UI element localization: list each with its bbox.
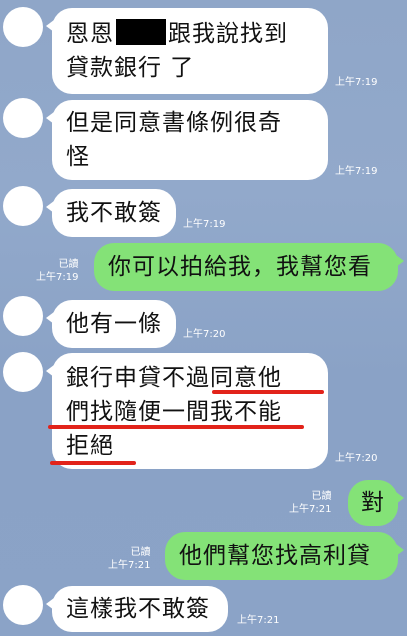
message-read-time: 已讀 上午7:21 (289, 490, 331, 516)
message-time: 上午7:19 (183, 219, 226, 230)
message-bubble[interactable]: 銀行申貸不過同意他 們找隨便一間我不能 拒絕 (46, 353, 328, 469)
message-line: 們找隨便一間我不能 (66, 399, 282, 425)
message-time: 上午7:20 (335, 453, 378, 464)
message-time: 上午7:19 (335, 166, 378, 177)
avatar[interactable] (3, 98, 43, 138)
highlight-underline (212, 390, 324, 394)
message-time: 上午7:19 (36, 272, 79, 283)
message-bubble[interactable]: 我不敢簽 (46, 189, 176, 237)
message-bubble[interactable]: 他有一條 (46, 300, 176, 348)
message-bubble[interactable]: 這樣我不敢簽 (46, 586, 228, 632)
message-bubble[interactable]: 他們幫您找高利貸 (165, 532, 404, 580)
message-bubble[interactable]: 你可以拍給我，我幫您看 (94, 243, 404, 291)
avatar[interactable] (3, 7, 43, 47)
message-bubble[interactable]: 對 (348, 480, 404, 526)
message-line: 你可以拍給我，我幫您看 (108, 254, 372, 280)
message-time: 上午7:19 (335, 77, 378, 88)
message-line: 恩恩 跟我說找到 (66, 19, 288, 47)
message-line: 我不敢簽 (66, 200, 162, 226)
message-read-time: 已讀 上午7:21 (108, 546, 150, 572)
redaction-box (116, 19, 166, 45)
avatar[interactable] (3, 296, 43, 336)
chat-window[interactable]: 恩恩 跟我說找到 貸款銀行 了 上午7:19 但是同意書條例很奇 怪 上午7:19… (0, 0, 407, 636)
read-receipt: 已讀 (58, 259, 79, 270)
message-bubble[interactable]: 但是同意書條例很奇 怪 (46, 100, 328, 180)
message-line: 他們幫您找高利貸 (179, 543, 371, 569)
avatar[interactable] (3, 186, 43, 226)
avatar[interactable] (3, 352, 43, 392)
message-bubble[interactable]: 恩恩 跟我說找到 貸款銀行 了 (46, 8, 328, 94)
message-time: 上午7:21 (237, 615, 280, 626)
message-line: 對 (361, 490, 385, 516)
message-line: 貸款銀行 了 (66, 55, 195, 81)
message-line: 怪 (66, 144, 90, 170)
highlight-underline (48, 425, 304, 429)
message-time: 上午7:21 (289, 504, 332, 515)
message-line: 拒絕 (66, 433, 114, 459)
message-line: 但是同意書條例很奇 (66, 110, 282, 136)
read-receipt: 已讀 (311, 491, 332, 502)
message-line: 這樣我不敢簽 (66, 596, 210, 622)
avatar[interactable] (3, 585, 43, 625)
read-receipt: 已讀 (130, 547, 151, 558)
message-time: 上午7:20 (183, 329, 226, 340)
message-read-time: 已讀 上午7:19 (36, 258, 78, 284)
message-time: 上午7:21 (108, 560, 151, 571)
highlight-underline (50, 461, 136, 465)
message-line: 他有一條 (66, 311, 162, 337)
